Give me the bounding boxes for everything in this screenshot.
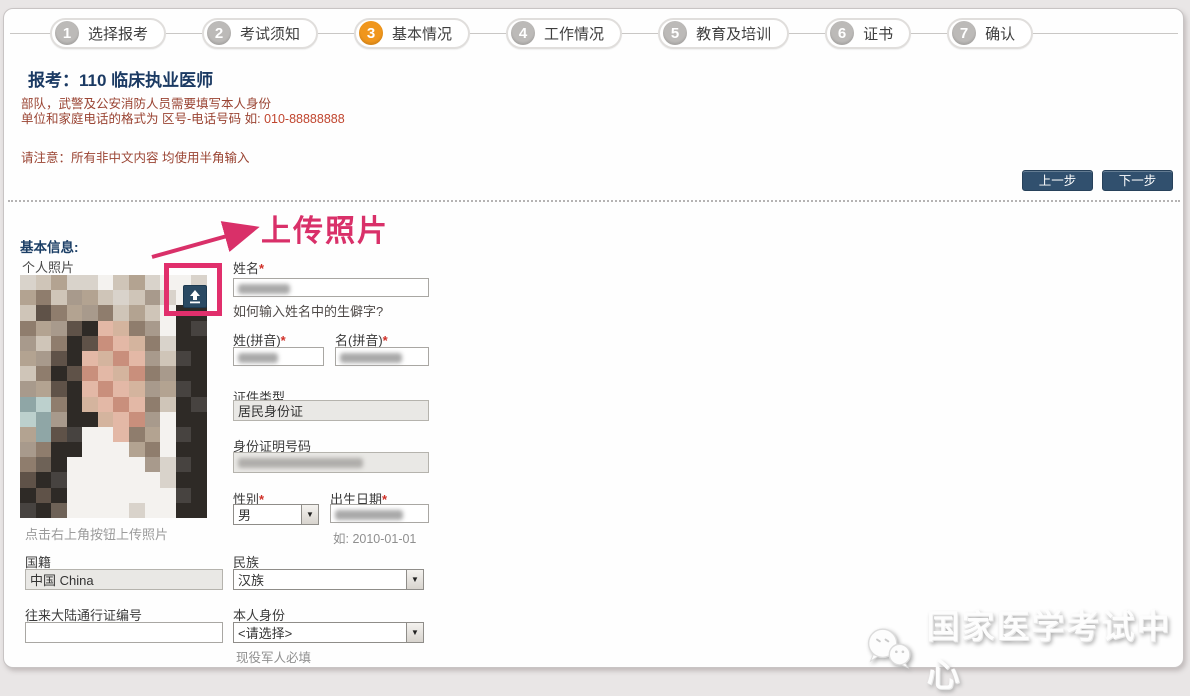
step-connector — [622, 33, 658, 34]
required-asterisk: * — [281, 333, 286, 348]
step-number-badge: 4 — [511, 21, 535, 45]
step-connector — [166, 33, 202, 34]
surname-pinyin-label-text: 姓(拼音) — [233, 333, 281, 348]
id-type-readonly-field: 居民身份证 — [233, 400, 429, 421]
step-label: 考试须知 — [240, 23, 300, 44]
chevron-down-icon[interactable]: ▼ — [406, 623, 423, 642]
upload-photo-annotation: 上传照片 — [261, 206, 389, 250]
step-7-confirm[interactable]: 7 确认 — [947, 18, 1033, 49]
watermark-text: 国家医学考试中心 — [927, 600, 1190, 696]
mainland-permit-input-field[interactable] — [30, 625, 218, 640]
registration-page: 1 选择报考 2 考试须知 3 基本情况 4 工作情况 5 教育及培训 6 证书 — [0, 0, 1190, 675]
step-5-education-training[interactable]: 5 教育及培训 — [658, 18, 789, 49]
step-wizard: 1 选择报考 2 考试须知 3 基本情况 4 工作情况 5 教育及培训 6 证书 — [10, 17, 1178, 49]
step-number-badge: 7 — [952, 21, 976, 45]
name-input[interactable] — [233, 278, 429, 297]
site-watermark: 国家医学考试中心 — [862, 600, 1190, 696]
birth-date-format-hint: 如: 2010-01-01 — [333, 528, 416, 547]
redacted-name-value — [238, 284, 290, 294]
step-3-basic-info-active[interactable]: 3 基本情况 — [354, 18, 470, 49]
step-label: 确认 — [985, 23, 1015, 44]
chevron-down-icon[interactable]: ▼ — [301, 505, 318, 524]
required-asterisk: * — [259, 261, 264, 276]
mainland-permit-input[interactable] — [25, 622, 223, 643]
step-label: 教育及培训 — [696, 23, 771, 44]
step-6-certificate[interactable]: 6 证书 — [825, 18, 911, 49]
notice-phone-format-text: 单位和家庭电话的格式为 区号-电话号码 如: — [21, 112, 264, 126]
step-label: 工作情况 — [544, 23, 604, 44]
step-1-select-exam[interactable]: 1 选择报考 — [50, 18, 166, 49]
id-number-readonly-field — [233, 452, 429, 473]
notice-halfwidth-input: 请注意：所有非中文内容 均使用半角输入 — [21, 147, 249, 166]
notice-phone-example: 010-88888888 — [264, 112, 345, 126]
upload-photo-hint: 点击右上角按钮上传照片 — [25, 524, 168, 543]
step-2-exam-notice[interactable]: 2 考试须知 — [202, 18, 318, 49]
step-connector — [789, 33, 825, 34]
step-number-badge: 5 — [663, 21, 687, 45]
step-label: 证书 — [863, 23, 893, 44]
givenname-pinyin-label-text: 名(拼音) — [335, 333, 383, 348]
rare-character-help-link[interactable]: 如何输入姓名中的生僻字? — [233, 301, 383, 320]
chevron-down-icon[interactable]: ▼ — [406, 570, 423, 589]
step-connector — [470, 33, 506, 34]
givenname-pinyin-input[interactable] — [335, 347, 429, 366]
step-connector — [911, 33, 947, 34]
step-label: 选择报考 — [88, 23, 148, 44]
redacted-birth-date-value — [335, 510, 403, 520]
step-number-badge: 3 — [359, 21, 383, 45]
previous-step-button[interactable]: 上一步 — [1022, 170, 1093, 191]
step-connector — [1033, 33, 1178, 34]
wechat-icon — [862, 624, 917, 672]
notice-phone-format: 单位和家庭电话的格式为 区号-电话号码 如: 010-88888888 — [21, 108, 345, 127]
ethnicity-select[interactable]: 汉族 ▼ — [233, 569, 424, 590]
personal-identity-select[interactable]: <请选择> ▼ — [233, 622, 424, 643]
surname-pinyin-input[interactable] — [233, 347, 324, 366]
name-label-text: 姓名 — [233, 261, 259, 276]
next-step-button[interactable]: 下一步 — [1102, 170, 1173, 191]
name-label: 姓名* — [233, 258, 264, 277]
nationality-readonly-field: 中国 China — [25, 569, 223, 590]
gender-select-value: 男 — [234, 505, 301, 524]
birth-date-input[interactable] — [330, 504, 429, 523]
step-4-work-info[interactable]: 4 工作情况 — [506, 18, 622, 49]
required-asterisk: * — [383, 333, 388, 348]
ethnicity-select-value: 汉族 — [234, 570, 406, 589]
step-number-badge: 6 — [830, 21, 854, 45]
step-number-badge: 1 — [55, 21, 79, 45]
redacted-givenname-pinyin-value — [340, 353, 402, 363]
dashed-separator — [8, 200, 1180, 202]
step-label: 基本情况 — [392, 23, 452, 44]
personal-identity-select-value: <请选择> — [234, 623, 406, 642]
gender-select[interactable]: 男 ▼ — [233, 504, 319, 525]
basic-info-section-title: 基本信息: — [20, 236, 79, 256]
active-military-hint: 现役军人必填 — [236, 647, 311, 666]
exam-registration-title: 报考：110 临床执业医师 — [28, 66, 213, 91]
step-connector — [10, 33, 50, 34]
redacted-id-number-value — [238, 458, 363, 468]
personal-photo-label: 个人照片 — [22, 257, 74, 276]
step-number-badge: 2 — [207, 21, 231, 45]
step-connector — [318, 33, 354, 34]
redacted-surname-pinyin-value — [238, 353, 278, 363]
upload-button-highlight-box — [164, 263, 222, 316]
